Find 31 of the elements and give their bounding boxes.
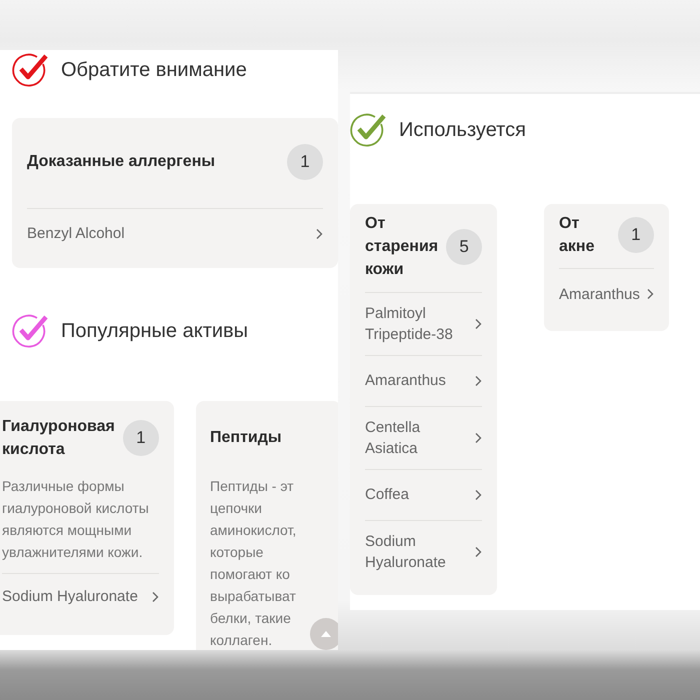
section-title: Популярные активы <box>61 320 248 342</box>
card-title: Доказанные аллергены <box>27 152 216 172</box>
count-badge: 5 <box>446 228 482 265</box>
ingredient-link[interactable]: Benzyl Alcohol <box>27 208 323 252</box>
chevron-right-icon <box>315 228 323 240</box>
ingredient-link[interactable]: Centella Asiatica <box>365 406 482 469</box>
card-title: Гиалуроновая кислота <box>2 417 115 460</box>
chevron-right-icon <box>474 488 482 501</box>
count-badge: 1 <box>618 217 654 254</box>
chevron-right-icon <box>646 288 654 300</box>
card-title: От старения кожи <box>365 214 438 280</box>
chevron-right-icon <box>474 546 482 558</box>
section-title: Используется <box>399 118 526 142</box>
ingredient-link[interactable]: Coffea <box>365 468 482 520</box>
count-badge: 1 <box>122 420 159 456</box>
card-description: Различные формы гиалуроновой кислоты являются мощными увлажнителями кожи. <box>2 477 149 562</box>
chevron-right-icon <box>474 318 482 330</box>
ingredient-link[interactable]: Palmitoyl Tripeptide-38 <box>365 292 482 355</box>
section-title: Обратите внимание <box>61 58 247 82</box>
card-title: От акне <box>559 214 594 258</box>
count-badge: 1 <box>287 144 323 180</box>
chevron-right-icon <box>150 590 159 603</box>
ingredient-link[interactable]: Sodium Hyaluronate <box>365 520 482 583</box>
card-title: Пептиды <box>210 428 282 448</box>
up-triangle-icon <box>320 630 332 638</box>
card-description: Пептиды - эт цепочки аминокислот, которые помогают ко вырабатыват белки, такие коллаген. <box>210 477 296 650</box>
chevron-right-icon <box>474 374 482 387</box>
ingredient-link[interactable]: Sodium Hyaluronate <box>2 573 159 620</box>
chevron-right-icon <box>474 432 482 444</box>
ingredient-link[interactable]: Amaranthus <box>365 354 482 406</box>
ingredient-link[interactable]: Amaranthus <box>559 268 654 320</box>
